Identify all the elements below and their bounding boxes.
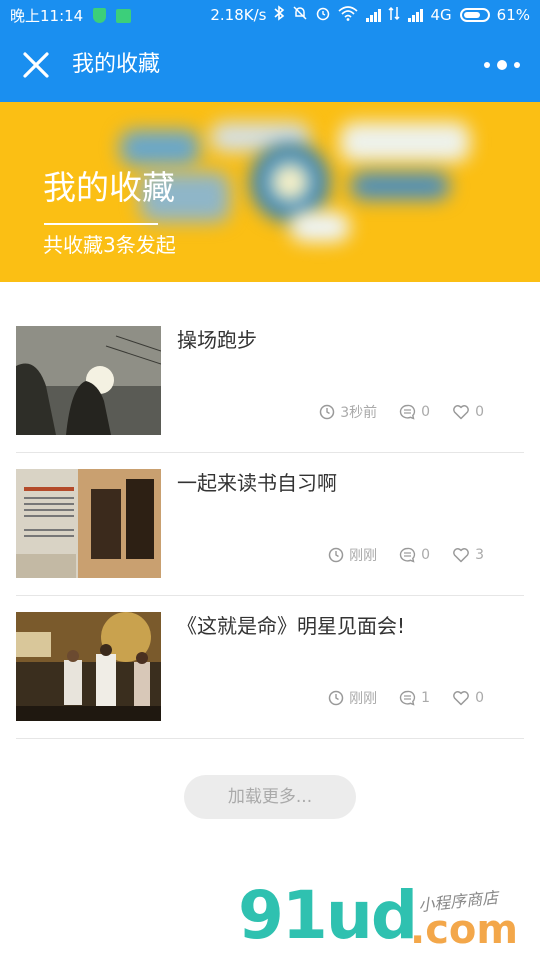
- banner-decoration: [270, 162, 310, 202]
- item-title: 操场跑步: [177, 328, 257, 352]
- page-title: 我的收藏: [72, 52, 161, 77]
- battery-percent: 61%: [496, 6, 530, 24]
- item-meta: 刚刚 0 3: [306, 545, 484, 565]
- alarm-icon: [315, 5, 331, 25]
- app-notification-icon: [116, 8, 132, 23]
- like-count: 3: [475, 547, 484, 563]
- item-meta: 刚刚 1 0: [306, 688, 484, 708]
- item-time: 刚刚: [349, 691, 378, 707]
- clock-icon: [328, 690, 344, 706]
- item-time: 3秒前: [340, 405, 378, 421]
- mute-bell-icon: [292, 5, 308, 25]
- like-count: 0: [475, 404, 484, 420]
- like-stat[interactable]: 0: [452, 690, 484, 706]
- bluetooth-icon: [273, 5, 285, 25]
- clock-icon: [328, 547, 344, 563]
- heart-icon: [453, 548, 469, 563]
- security-shield-icon: [93, 8, 107, 23]
- watermark-logo: 91ud: [238, 877, 418, 954]
- network-speed: 2.18K/s: [210, 6, 267, 24]
- header-banner: 我的收藏 共收藏3条发起: [0, 102, 540, 282]
- signal-strength-icon-2: [408, 8, 424, 22]
- banner-divider: [44, 223, 158, 225]
- list-item[interactable]: 一起来读书自习啊 刚刚 0 3: [16, 453, 524, 596]
- comment-icon: [399, 690, 416, 706]
- clock-icon: [319, 404, 335, 420]
- banner-decoration: [350, 172, 450, 200]
- comment-icon: [399, 404, 416, 420]
- more-options-button[interactable]: [484, 56, 520, 74]
- like-stat[interactable]: 0: [452, 404, 484, 420]
- wifi-icon: [338, 5, 359, 25]
- close-button[interactable]: [20, 48, 52, 82]
- data-transfer-icon: [388, 6, 401, 25]
- banner-title: 我的收藏: [43, 168, 175, 207]
- list-item[interactable]: 《这就是命》明星见面会! 刚刚 1 0: [16, 596, 524, 739]
- battery-icon: [459, 8, 490, 22]
- like-stat[interactable]: 3: [452, 547, 484, 563]
- time-stat: 刚刚: [328, 545, 377, 565]
- load-more-button[interactable]: 加载更多...: [184, 775, 356, 819]
- comment-count: 0: [421, 404, 431, 420]
- status-time: 晚上11:14: [10, 7, 84, 25]
- banner-subtitle: 共收藏3条发起: [43, 233, 176, 257]
- heart-icon: [453, 405, 469, 420]
- watermark-domain: .com: [410, 907, 519, 953]
- banner-decoration: [340, 122, 470, 162]
- list-item[interactable]: 操场跑步 3秒前 0 0: [16, 310, 524, 453]
- comment-stat[interactable]: 0: [399, 547, 430, 563]
- item-thumbnail: [16, 326, 161, 435]
- status-bar: 晚上11:14 2.18K/s 4G 61%: [0, 0, 540, 30]
- comment-stat[interactable]: 1: [399, 690, 430, 706]
- comment-count: 1: [421, 690, 431, 706]
- item-time: 刚刚: [349, 548, 378, 564]
- comment-icon: [399, 547, 416, 563]
- time-stat: 刚刚: [328, 688, 377, 708]
- comment-count: 0: [421, 547, 431, 563]
- heart-icon: [453, 691, 469, 706]
- item-meta: 3秒前 0 0: [297, 402, 484, 422]
- navigation-bar: 我的收藏: [0, 30, 540, 102]
- banner-decoration: [120, 130, 200, 166]
- banner-decoration: [290, 212, 350, 242]
- network-type: 4G: [430, 6, 452, 24]
- like-count: 0: [475, 690, 484, 706]
- watermark: 91ud 小程序商店 .com: [238, 880, 538, 960]
- item-thumbnail: [16, 612, 161, 721]
- close-icon: [23, 52, 49, 78]
- favorites-list: 操场跑步 3秒前 0 0 一起来读书自习啊 刚刚 0 3 《这就是命》明星见面会…: [16, 310, 524, 739]
- item-title: 一起来读书自习啊: [177, 471, 337, 495]
- time-stat: 3秒前: [319, 402, 377, 422]
- signal-strength-icon: [366, 8, 382, 22]
- comment-stat[interactable]: 0: [399, 404, 430, 420]
- item-thumbnail: [16, 469, 161, 578]
- item-title: 《这就是命》明星见面会!: [177, 614, 406, 638]
